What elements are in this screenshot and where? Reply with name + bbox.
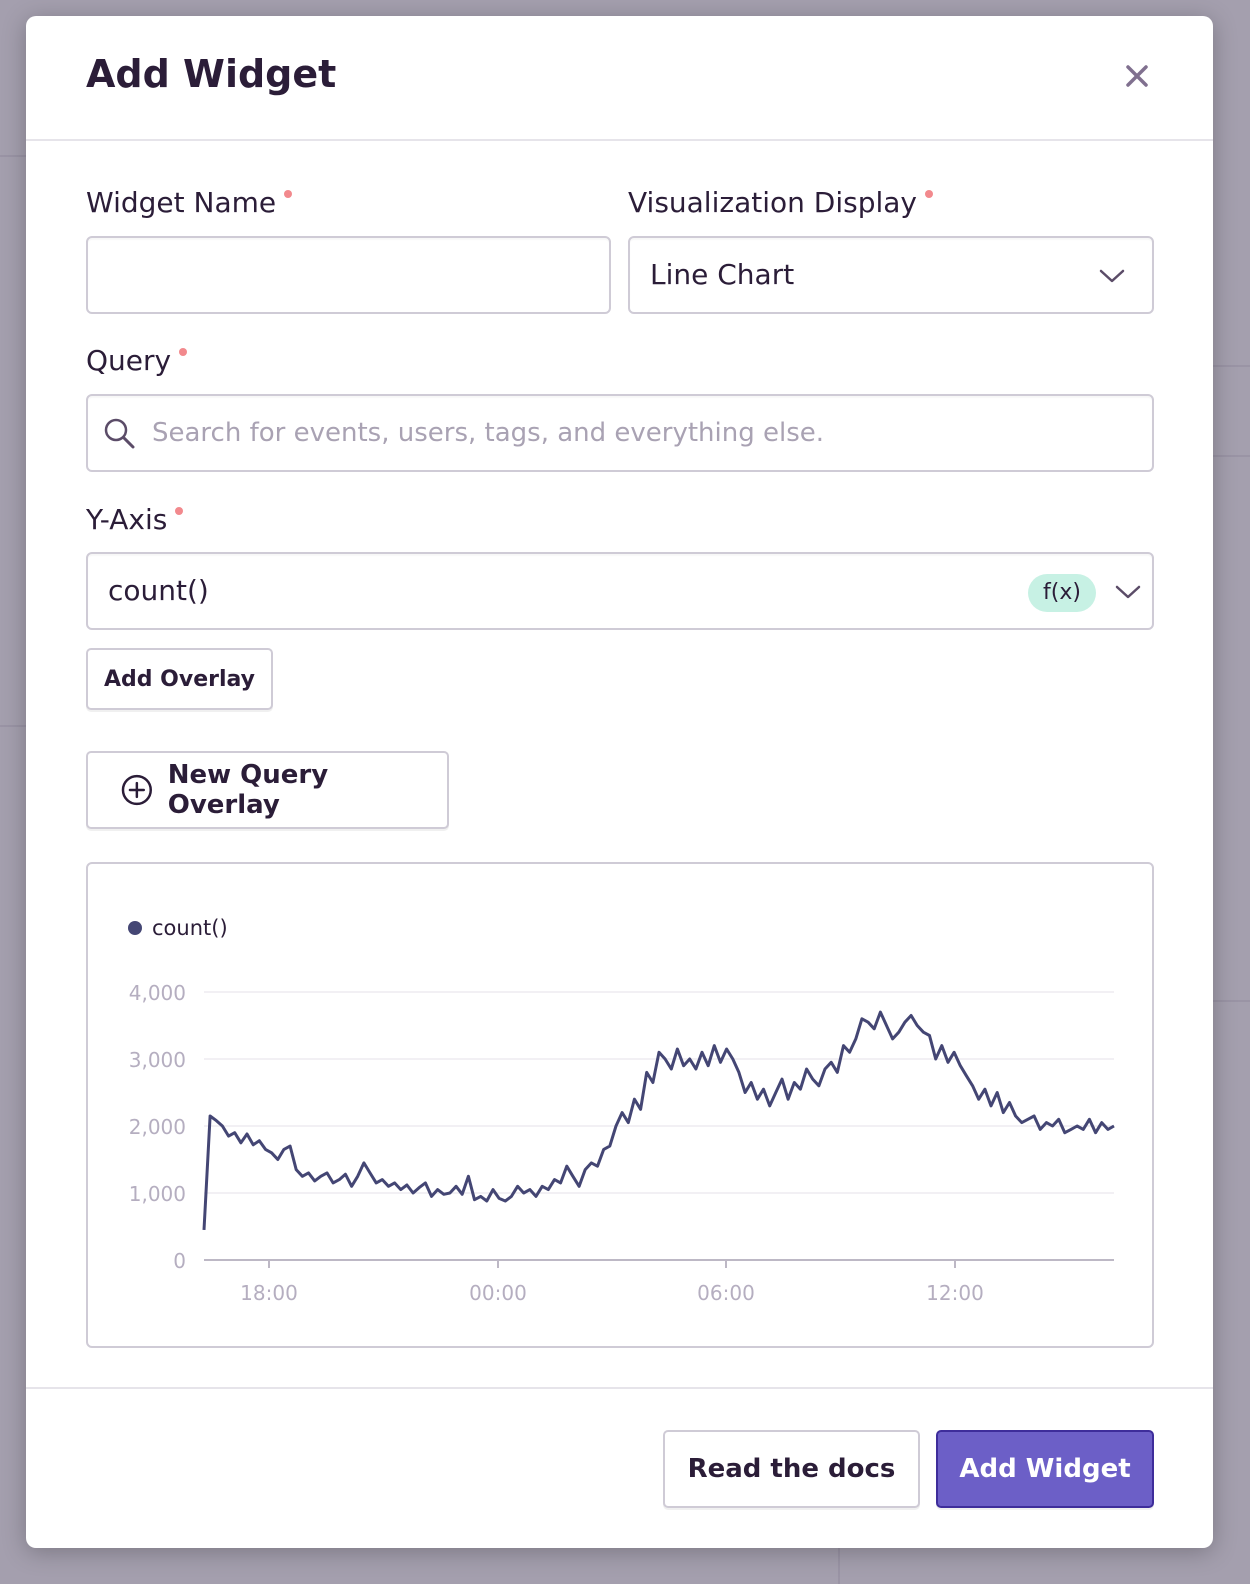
visualization-display-select[interactable]: Line Chart xyxy=(628,236,1154,314)
add-overlay-button[interactable]: Add Overlay xyxy=(86,648,273,710)
visualization-label-text: Visualization Display xyxy=(628,186,917,219)
line-chart: count() 0 1,000 2,000 3,000 4,000 18:00 00:00… xyxy=(128,916,1115,1305)
chart-legend: count() xyxy=(128,916,228,940)
required-indicator xyxy=(284,190,293,198)
bg-divider xyxy=(838,1548,840,1584)
query-search-input[interactable]: Search for events, users, tags, and ever… xyxy=(86,394,1154,472)
series-line xyxy=(202,1010,1115,1230)
y-tick-label: 1,000 xyxy=(129,1182,186,1206)
widget-name-label-text: Widget Name xyxy=(86,186,277,219)
required-indicator xyxy=(924,190,933,198)
modal-footer: Read the docs Add Widget xyxy=(26,1387,1213,1548)
required-indicator xyxy=(175,507,184,515)
y-axis-label-text: Y-Axis xyxy=(86,503,168,536)
chart-grid xyxy=(204,991,1114,1261)
y-tick-label: 3,000 xyxy=(129,1048,186,1072)
search-icon xyxy=(104,418,135,449)
chevron-down-icon xyxy=(1099,269,1125,283)
y-axis-label: Y-Axis xyxy=(86,503,184,536)
legend-label: count() xyxy=(152,916,228,940)
modal-header: Add Widget xyxy=(26,16,1213,141)
new-query-overlay-button[interactable]: New Query Overlay xyxy=(86,751,449,829)
x-tick-label: 18:00 xyxy=(240,1281,298,1305)
bg-divider xyxy=(0,725,26,727)
legend-marker xyxy=(128,921,142,935)
chevron-down-icon xyxy=(1115,585,1141,599)
y-tick-label: 2,000 xyxy=(129,1115,186,1139)
query-label: Query xyxy=(86,344,188,377)
read-the-docs-button[interactable]: Read the docs xyxy=(663,1430,920,1508)
chart-preview: count() 0 1,000 2,000 3,000 4,000 18:00 00:00… xyxy=(86,862,1154,1348)
y-tick-label: 0 xyxy=(173,1249,186,1273)
y-axis-select[interactable]: count() f(x) xyxy=(86,552,1154,630)
query-placeholder: Search for events, users, tags, and ever… xyxy=(152,418,825,448)
modal-title: Add Widget xyxy=(86,52,337,96)
plus-circle-icon xyxy=(121,774,152,806)
query-label-text: Query xyxy=(86,344,172,377)
close-button[interactable] xyxy=(1121,60,1153,92)
bg-divider xyxy=(1213,455,1250,457)
bg-divider xyxy=(0,155,26,157)
close-icon xyxy=(1126,65,1148,87)
y-tick-label: 4,000 xyxy=(129,981,186,1005)
add-widget-button[interactable]: Add Widget xyxy=(936,1430,1154,1508)
visualization-display-label: Visualization Display xyxy=(628,186,933,219)
bg-divider xyxy=(1213,1000,1250,1002)
bg-divider xyxy=(1213,365,1250,367)
x-tick-label: 12:00 xyxy=(926,1281,984,1305)
required-indicator xyxy=(179,348,188,356)
function-badge: f(x) xyxy=(1028,574,1096,612)
widget-name-input[interactable] xyxy=(86,236,611,314)
widget-name-label: Widget Name xyxy=(86,186,293,219)
y-axis-ticks: 0 1,000 2,000 3,000 4,000 xyxy=(129,981,186,1273)
y-axis-value: count() xyxy=(108,574,209,607)
x-tick-label: 00:00 xyxy=(469,1281,527,1305)
x-tick-label: 06:00 xyxy=(697,1281,755,1305)
visualization-selected-value: Line Chart xyxy=(650,258,795,291)
add-widget-modal: Add Widget Widget Name Visualization Dis… xyxy=(26,16,1213,1548)
new-query-overlay-label: New Query Overlay xyxy=(167,760,329,820)
x-axis-ticks: 18:00 00:00 06:00 12:00 xyxy=(240,1260,984,1305)
